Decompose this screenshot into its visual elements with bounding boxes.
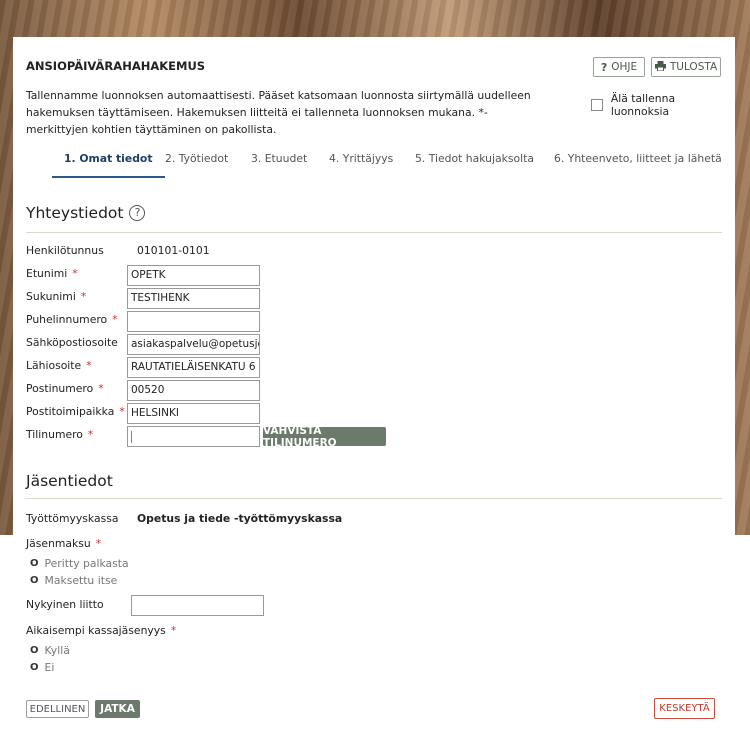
last-name-field[interactable]: TESTIHENK [127, 288, 260, 309]
ssn-value: 010101-0101 [137, 244, 210, 257]
last-name-label: Sukunimi * [26, 290, 86, 303]
first-name-label: Etunimi * [26, 267, 78, 280]
verify-account-button[interactable]: VAHVISTA TILINUMERO [263, 425, 386, 449]
city-field[interactable]: HELSINKI [127, 403, 260, 424]
tab-tyotiedot[interactable]: 2. Työtiedot [165, 144, 228, 178]
previous-membership-label-text: Aikaisempi kassajäsenyys [26, 624, 166, 637]
account-field[interactable] [127, 426, 260, 447]
printer-icon [654, 60, 666, 74]
email-label: Sähköpostiosoite [26, 336, 118, 349]
required-mark: * [72, 267, 78, 280]
required-mark: * [98, 382, 104, 395]
intro-text: Tallennamme luonnoksen automaattisesti. … [26, 89, 531, 136]
required-mark: * [95, 537, 102, 550]
previous-option-label: Kyllä [44, 644, 70, 657]
fund-label: Työttömyyskassa [26, 512, 119, 525]
step-tabs: 1. Omat tiedot 2. Työtiedot 3. Etuudet 4… [40, 144, 730, 178]
fee-label: Jäsenmaksu * [26, 537, 101, 550]
radio-icon: O [30, 645, 39, 656]
required-mark: * [170, 624, 177, 637]
last-name-label-text: Sukunimi [26, 290, 76, 303]
postal-code-label-text: Postinumero [26, 382, 94, 395]
required-mark: * [80, 290, 87, 303]
postal-code-label: Postinumero * [26, 382, 104, 395]
fee-label-text: Jäsenmaksu [26, 537, 91, 550]
tab-etuudet[interactable]: 3. Etuudet [251, 144, 307, 178]
phone-label-text: Puhelinnumero [26, 313, 108, 326]
contact-divider [26, 232, 722, 233]
first-name-field[interactable]: OPETK [127, 265, 260, 286]
fee-option-label: Maksettu itse [44, 574, 118, 587]
no-save-drafts-label: Älä tallenna luonnoksia [610, 92, 676, 118]
phone-label: Puhelinnumero * [26, 313, 118, 326]
current-union-field[interactable] [131, 595, 264, 616]
city-label: Postitoimipaikka * [26, 405, 125, 418]
required-mark: * [86, 359, 92, 372]
radio-icon: O [30, 575, 39, 586]
help-button[interactable]: ? OHJE [593, 57, 645, 77]
no-save-drafts-option[interactable]: Älä tallenna luonnoksia [591, 92, 735, 118]
city-label-text: Postitoimipaikka [26, 405, 115, 418]
account-label: Tilinumero * [26, 428, 93, 441]
address-label-text: Lähiosoite [26, 359, 82, 372]
no-save-drafts-checkbox[interactable] [591, 99, 603, 111]
cancel-button[interactable]: KESKEYTÄ [654, 698, 715, 719]
required-mark: * [119, 405, 125, 418]
required-mark: * [112, 313, 118, 326]
phone-field[interactable] [127, 311, 260, 332]
previous-option-ei[interactable]: O Ei [30, 661, 54, 674]
membership-divider [26, 498, 722, 499]
radio-icon: O [30, 662, 39, 673]
fund-value: Opetus ja tiede -työttömyyskassa [137, 512, 343, 525]
previous-membership-label: Aikaisempi kassajäsenyys * [26, 624, 176, 637]
contact-heading-text: Yhteystiedot [26, 204, 124, 222]
tab-hakujakso[interactable]: 5. Tiedot hakujaksolta [415, 144, 534, 178]
tab-yrittajyys[interactable]: 4. Yrittäjyys [329, 144, 393, 178]
ssn-label: Henkilötunnus [26, 244, 104, 257]
tab-omat-tiedot[interactable]: 1. Omat tiedot [52, 144, 165, 178]
email-field[interactable]: asiakaspalvelu@opetusjo [127, 334, 260, 355]
previous-button[interactable]: EDELLINEN [26, 700, 89, 718]
text-caret [131, 431, 132, 443]
previous-option-kylla[interactable]: O Kyllä [30, 644, 70, 657]
contact-section-heading: Yhteystiedot? [26, 204, 146, 222]
previous-option-label: Ei [44, 661, 55, 674]
question-icon: ? [600, 60, 608, 74]
application-card: ANSIOPÄIVÄRAHAHAKEMUS ? OHJE TULOSTA Tal… [13, 37, 735, 739]
postal-code-field[interactable]: 00520 [127, 380, 260, 401]
account-label-text: Tilinumero [26, 428, 83, 441]
fee-option-peritty[interactable]: O Peritty palkasta [30, 557, 129, 570]
help-button-label: OHJE [611, 61, 638, 73]
current-union-label: Nykyinen liitto [26, 598, 104, 611]
address-label: Lähiosoite * [26, 359, 92, 372]
first-name-label-text: Etunimi [26, 267, 68, 280]
continue-button[interactable]: JATKA [95, 700, 140, 718]
membership-section-heading: Jäsentiedot [26, 472, 113, 490]
address-field[interactable]: RAUTATIELÄISENKATU 6 [127, 357, 260, 378]
fee-option-maksettu[interactable]: O Maksettu itse [30, 574, 117, 587]
tab-yhteenveto[interactable]: 6. Yhteenveto, liitteet ja lähetä [554, 144, 722, 178]
help-circle-icon[interactable]: ? [129, 204, 146, 221]
radio-icon: O [30, 558, 39, 569]
print-button[interactable]: TULOSTA [651, 57, 721, 77]
page-title: ANSIOPÄIVÄRAHAHAKEMUS [26, 59, 206, 73]
fee-option-label: Peritty palkasta [44, 557, 129, 570]
required-mark: * [87, 428, 94, 441]
print-button-label: TULOSTA [669, 61, 718, 73]
